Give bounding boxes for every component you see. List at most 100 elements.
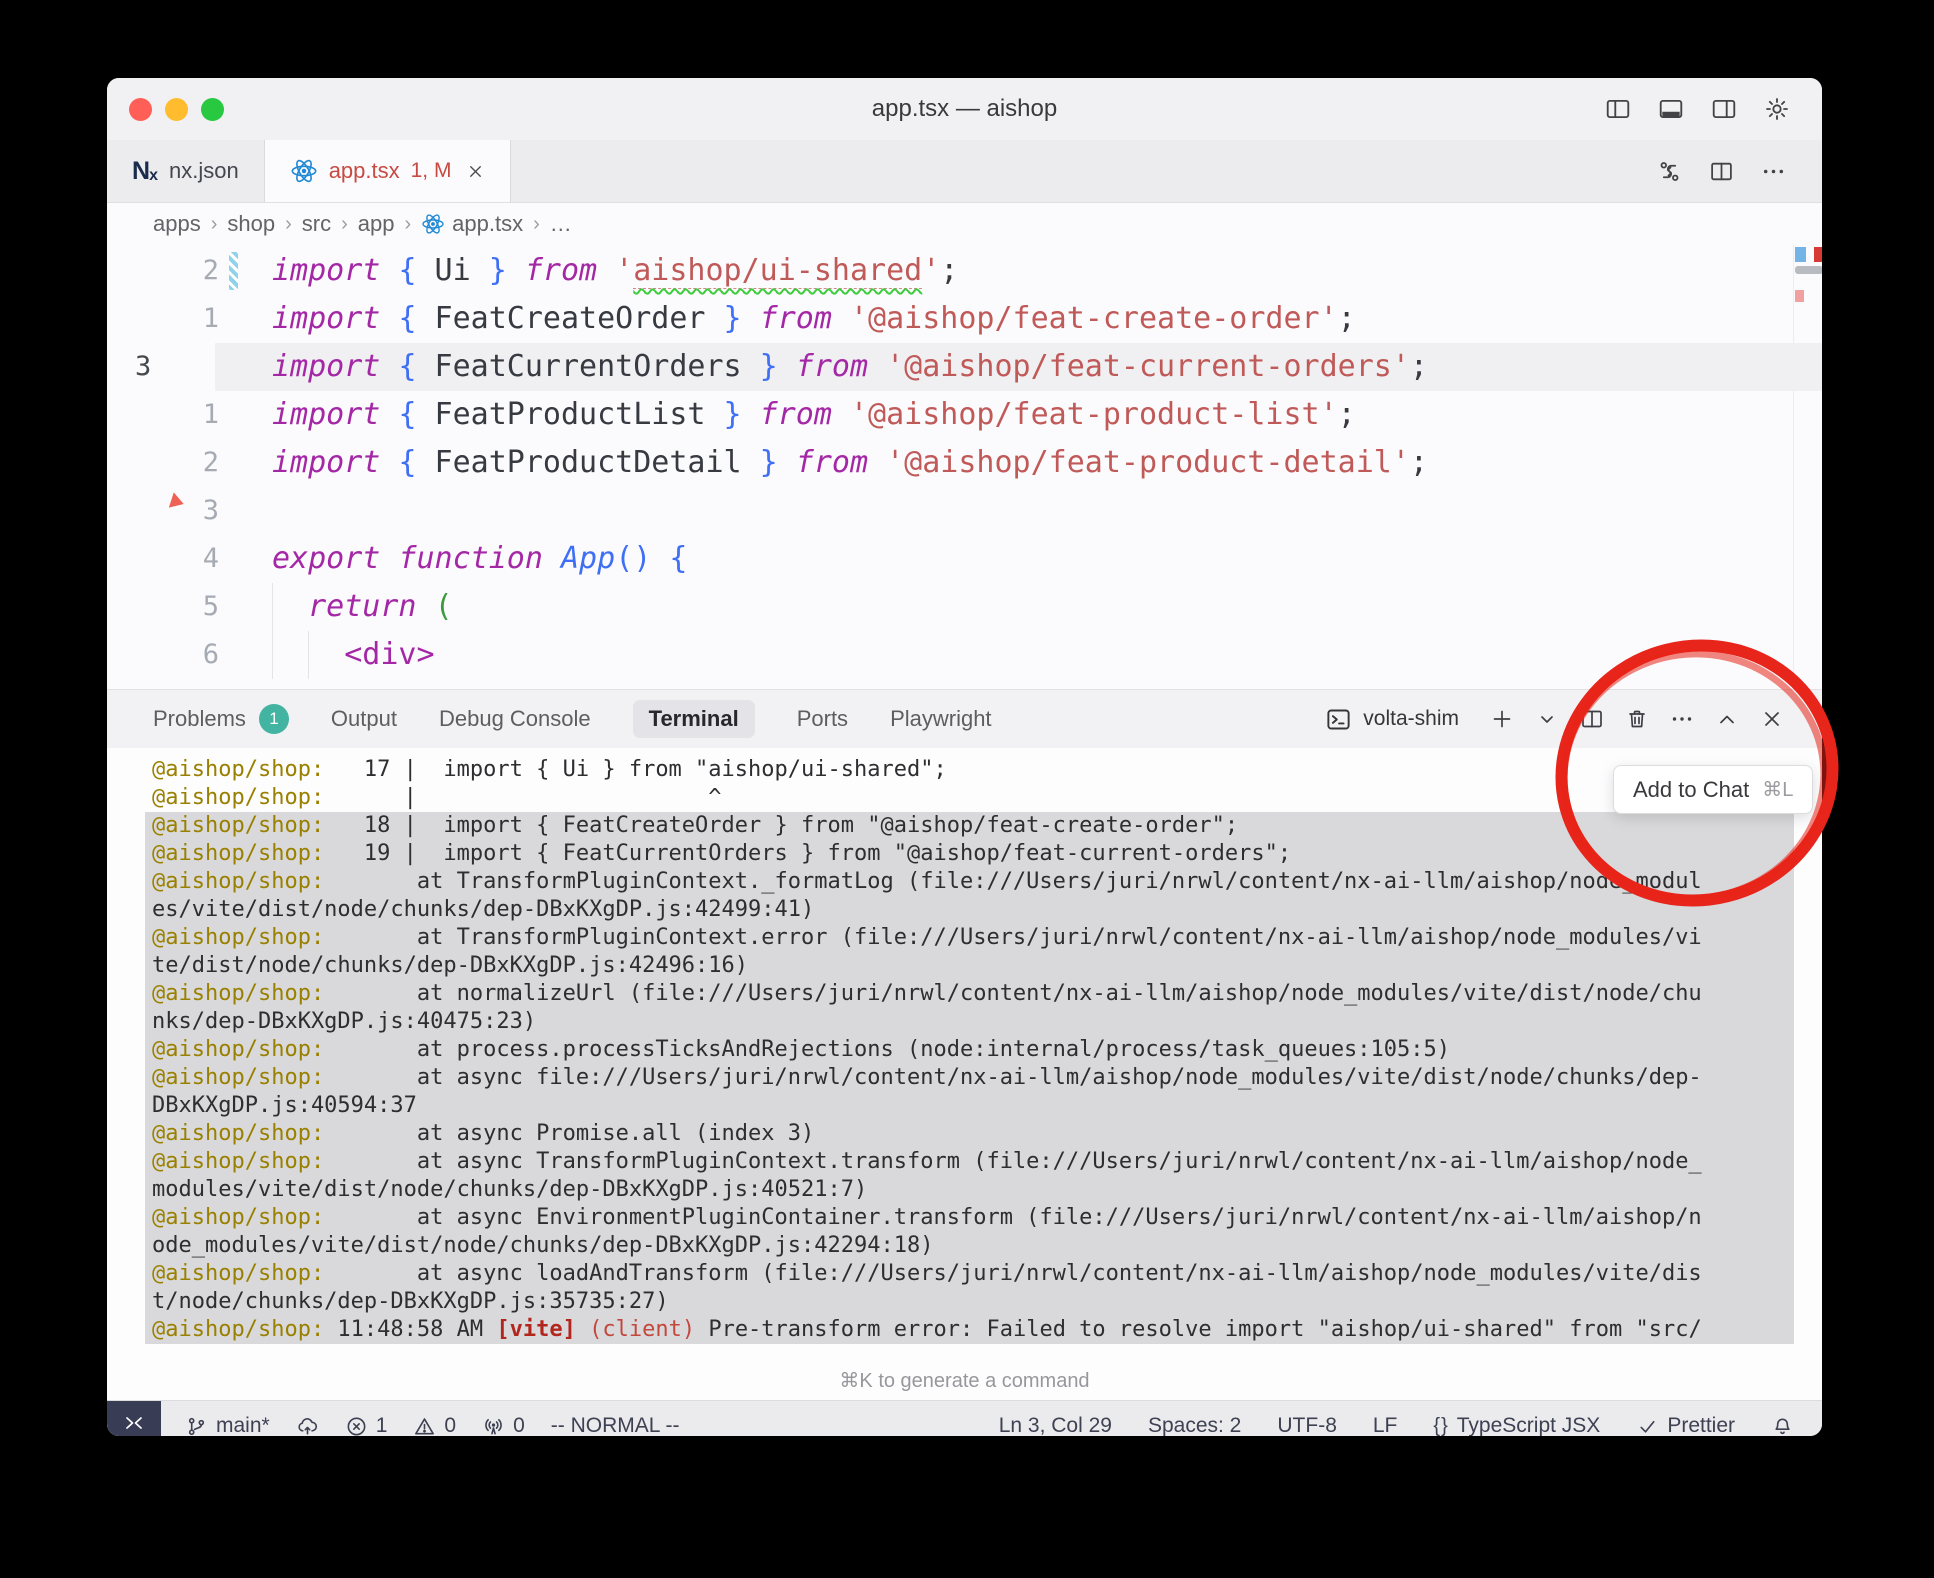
errors-count[interactable]: 1: [345, 1414, 388, 1436]
code-line[interactable]: 6 <div>: [107, 631, 1822, 679]
panel-tab-output[interactable]: Output: [331, 706, 397, 732]
code-text: import { FeatProductList } from '@aishop…: [272, 391, 1356, 439]
editor-tab-bar: Nxnx.jsonapp.tsx1, M: [107, 140, 1822, 203]
code-line[interactable]: 1import { FeatCreateOrder } from '@aisho…: [107, 295, 1822, 343]
panel-tab-playwright[interactable]: Playwright: [890, 706, 991, 732]
terminal-line: @aishop/shop: at TransformPluginContext.…: [145, 924, 1794, 952]
publish-changes-icon[interactable]: [296, 1415, 319, 1437]
code-line[interactable]: 2import { FeatProductDetail } from '@ais…: [107, 439, 1822, 487]
react-icon: [421, 212, 445, 236]
line-number: 2: [131, 247, 219, 295]
code-text: export function App() {: [272, 535, 687, 583]
toggle-primary-sidebar-icon[interactable]: [1605, 96, 1631, 122]
gutter-modified-indicator: [229, 252, 238, 290]
line-number: 2: [131, 439, 219, 487]
titlebar-actions: [1605, 78, 1790, 140]
close-tab-icon[interactable]: [466, 162, 485, 181]
forwarded-ports-count[interactable]: 0: [482, 1414, 525, 1436]
desktop-background: { "window": { "title": "app.tsx — aishop…: [0, 0, 1934, 1578]
split-terminal-icon[interactable]: [1580, 707, 1604, 731]
open-changes-icon[interactable]: [1657, 159, 1682, 184]
check-icon: [1636, 1415, 1659, 1437]
eol-setting[interactable]: LF: [1373, 1414, 1398, 1436]
panel-tab-problems[interactable]: Problems1: [153, 704, 289, 734]
maximize-panel-icon[interactable]: [1715, 707, 1739, 731]
panel-actions: volta-shim: [1325, 706, 1784, 733]
bottom-panel: Problems1 Output Debug Console Terminal Port…: [107, 689, 1822, 1400]
cursor-position[interactable]: Ln 3, Col 29: [999, 1414, 1112, 1436]
terminal-line: ode_modules/vite/dist/node/chunks/dep-DB…: [145, 1232, 1794, 1260]
panel-tab-terminal[interactable]: Terminal: [633, 700, 755, 738]
breadcrumb-item[interactable]: apps: [153, 211, 201, 237]
new-terminal-icon[interactable]: [1490, 707, 1514, 731]
split-editor-icon[interactable]: [1709, 159, 1734, 184]
terminal-line: @aishop/shop: at async EnvironmentPlugin…: [145, 1204, 1794, 1232]
terminal-output[interactable]: @aishop/shop: 17 | import { Ui } from "a…: [107, 748, 1822, 1366]
breadcrumb-item[interactable]: shop: [227, 211, 275, 237]
title-bar: app.tsx — aishop: [107, 78, 1822, 140]
window-title: app.tsx — aishop: [107, 95, 1822, 123]
terminal-more-actions-icon[interactable]: [1670, 707, 1694, 731]
language-mode[interactable]: {}TypeScript JSX: [1433, 1414, 1600, 1436]
code-line[interactable]: 2import { Ui } from 'aishop/ui-shared';: [107, 247, 1822, 295]
toggle-secondary-sidebar-icon[interactable]: [1711, 96, 1737, 122]
add-to-chat-shortcut: ⌘L: [1762, 777, 1793, 802]
encoding-setting[interactable]: UTF-8: [1277, 1414, 1337, 1436]
vim-mode-indicator[interactable]: -- NORMAL --: [551, 1414, 680, 1436]
terminal-line: @aishop/shop: at async file:///Users/jur…: [145, 1064, 1794, 1092]
breadcrumb-separator: ›: [405, 213, 412, 236]
active-terminal-item[interactable]: volta-shim: [1325, 706, 1459, 733]
notifications-bell-icon[interactable]: [1771, 1415, 1794, 1437]
settings-gear-icon[interactable]: [1764, 96, 1790, 122]
breadcrumb-item[interactable]: app.tsx: [421, 211, 523, 237]
terminal-line: @aishop/shop: 18 | import { FeatCreateOr…: [145, 812, 1794, 840]
panel-tab-ports[interactable]: Ports: [797, 706, 848, 732]
terminal-hint: ⌘K to generate a command: [107, 1366, 1822, 1400]
add-to-chat-tooltip[interactable]: Add to Chat ⌘L: [1613, 765, 1813, 814]
terminal-line: @aishop/shop: at async loadAndTransform …: [145, 1260, 1794, 1288]
warnings-count[interactable]: 0: [413, 1414, 456, 1436]
terminal-line: @aishop/shop: 11:48:58 AM [vite] (client…: [145, 1316, 1794, 1344]
formatter-status[interactable]: Prettier: [1636, 1414, 1735, 1436]
breadcrumb-item[interactable]: src: [302, 211, 331, 237]
line-number: 5: [131, 583, 219, 631]
more-editor-actions-icon[interactable]: [1761, 159, 1786, 184]
editor-toolbar: [1657, 140, 1822, 202]
panel-tab-debug-console[interactable]: Debug Console: [439, 706, 591, 732]
warning-icon: [413, 1415, 436, 1437]
code-editor[interactable]: 2import { Ui } from 'aishop/ui-shared';1…: [107, 245, 1822, 689]
terminal-name: volta-shim: [1363, 707, 1459, 731]
code-line[interactable]: 3: [107, 487, 1822, 535]
git-branch-indicator[interactable]: main*: [185, 1414, 270, 1436]
code-line[interactable]: 1import { FeatProductList } from '@aisho…: [107, 391, 1822, 439]
terminal-profile-dropdown-icon[interactable]: [1535, 707, 1559, 731]
tab-label: app.tsx: [329, 158, 400, 184]
breadcrumb-item[interactable]: app: [358, 211, 395, 237]
line-number: 6: [131, 631, 219, 679]
terminal-line: modules/vite/dist/node/chunks/dep-DBxKXg…: [145, 1176, 1794, 1204]
zoom-window-button[interactable]: [201, 98, 224, 121]
indentation-setting[interactable]: Spaces: 2: [1148, 1414, 1241, 1436]
code-text: <div>: [272, 631, 435, 679]
kill-terminal-icon[interactable]: [1625, 707, 1649, 731]
terminal-line: te/dist/node/chunks/dep-DBxKXgDP.js:4249…: [145, 952, 1794, 980]
problems-count-badge: 1: [259, 704, 289, 734]
tab-label: nx.json: [169, 158, 239, 184]
panel-tabs: Problems1 Output Debug Console Terminal Port…: [153, 700, 992, 738]
close-window-button[interactable]: [129, 98, 152, 121]
tab-app-tsx[interactable]: app.tsx1, M: [265, 140, 512, 202]
terminal-line: @aishop/shop: at async TransformPluginCo…: [145, 1148, 1794, 1176]
tab-nx-json[interactable]: Nxnx.json: [107, 140, 265, 202]
line-number: 4: [131, 535, 219, 583]
code-line[interactable]: 3import { FeatCurrentOrders } from '@ais…: [107, 343, 1822, 391]
code-line[interactable]: 4 export function App() {: [107, 535, 1822, 583]
remote-indicator[interactable]: [107, 1401, 161, 1436]
react-icon: [290, 157, 318, 185]
breadcrumb-item[interactable]: …: [550, 211, 572, 237]
code-line[interactable]: 5 return (: [107, 583, 1822, 631]
cloud-up-icon: [296, 1415, 319, 1437]
close-panel-icon[interactable]: [1760, 707, 1784, 731]
minimize-window-button[interactable]: [165, 98, 188, 121]
code-text: import { FeatCurrentOrders } from '@aish…: [272, 343, 1428, 391]
toggle-panel-icon[interactable]: [1658, 96, 1684, 122]
